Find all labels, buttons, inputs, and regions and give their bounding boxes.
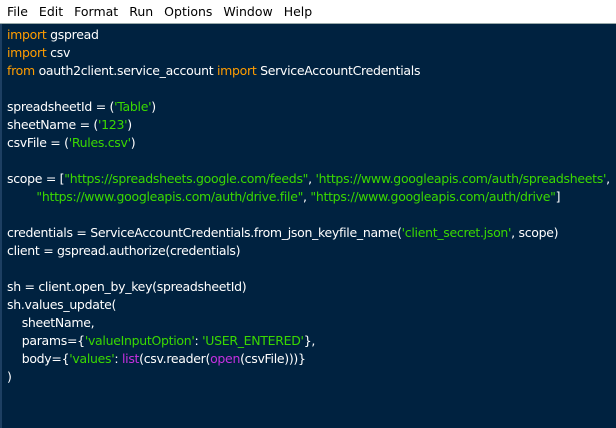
code-editor[interactable]: import gspread import csv from oauth2clien…: [0, 24, 616, 428]
code-token-str: "https://www.googleapis.com/auth/drive": [310, 189, 556, 204]
code-line: sh = client.open_by_key(spreadsheetId): [7, 278, 610, 296]
code-token-plain: ): [127, 117, 132, 132]
code-token-str: 'valueInputOption': [84, 333, 195, 348]
code-token-bi: list: [121, 351, 140, 366]
code-token-plain: (csv.reader(: [139, 351, 211, 366]
code-token-plain: ]: [555, 189, 561, 204]
code-token-str: 'Rules.csv': [68, 135, 131, 150]
code-token-plain: body={: [7, 351, 70, 366]
code-token-str: 'values': [69, 351, 115, 366]
code-line: import csv: [7, 44, 610, 62]
code-token-kw: import: [7, 27, 47, 42]
menu-run[interactable]: Run: [125, 4, 160, 19]
code-line: params={'valueInputOption': 'USER_ENTERE…: [7, 332, 610, 350]
code-token-plain: ,: [606, 171, 610, 186]
code-token-plain: :: [194, 333, 203, 348]
code-token-plain: csvFile = (: [7, 135, 69, 150]
code-line: sheetName,: [7, 314, 610, 332]
code-token-plain: ServiceAccountCredentials: [256, 63, 421, 78]
code-token-str: "https://spreadsheets.google.com/feeds": [64, 171, 309, 186]
code-token-plain: sheetName,: [7, 315, 95, 330]
code-line: spreadsheetId = ('Table'): [7, 98, 610, 116]
code-token-bi: open: [210, 351, 241, 366]
code-token-plain: scope = [: [7, 171, 65, 186]
code-token-plain: , scope): [511, 225, 559, 240]
code-token-plain: (csvFile)))}: [240, 351, 306, 366]
code-token-plain: client = gspread.authorize(credentials): [7, 243, 241, 258]
code-token-kw: import: [7, 45, 47, 60]
code-token-plain: sh.values_update(: [7, 297, 117, 312]
code-token-str: 'USER_ENTERED': [202, 333, 304, 348]
code-token-kw: import: [216, 63, 257, 78]
code-line: ): [7, 368, 610, 386]
code-token-str: 'Table': [114, 99, 152, 114]
menu-window[interactable]: Window: [219, 4, 279, 19]
menu-bar: File Edit Format Run Options Window Help: [0, 0, 616, 24]
code-line: csvFile = ('Rules.csv'): [7, 134, 610, 152]
code-line: scope = ["https://spreadsheets.google.co…: [7, 170, 610, 188]
code-token-str: '123': [98, 117, 128, 132]
code-line: sheetName = ('123'): [7, 116, 610, 134]
code-token-plain: params={: [7, 333, 85, 348]
code-line: credentials = ServiceAccountCredentials.…: [7, 224, 610, 242]
menu-format[interactable]: Format: [70, 4, 125, 19]
code-token-plain: ): [130, 135, 136, 150]
code-token-plain: :: [114, 351, 122, 366]
code-token-plain: spreadsheetId = (: [7, 99, 115, 114]
code-token-plain: sheetName = (: [7, 117, 98, 132]
menu-file[interactable]: File: [3, 4, 35, 19]
code-token-plain: ): [151, 99, 156, 114]
code-line: import gspread: [7, 26, 610, 44]
code-line: client = gspread.authorize(credentials): [7, 242, 610, 260]
code-line: body={'values': list(csv.reader(open(csv…: [7, 350, 610, 368]
code-token-str: 'client_secret.json': [401, 225, 512, 240]
code-token-plain: csv: [46, 45, 71, 60]
code-token-kw: from: [7, 63, 35, 78]
code-token-plain: credentials = ServiceAccountCredentials.…: [7, 225, 402, 240]
code-line: sh.values_update(: [7, 296, 610, 314]
code-text[interactable]: import gspread import csv from oauth2clien…: [7, 26, 610, 386]
code-line: "https://www.googleapis.com/auth/drive.f…: [7, 188, 610, 206]
code-token-plain: oauth2client.service_account: [34, 63, 217, 78]
code-token-plain: sh = client.open_by_key(spreadsheetId): [7, 279, 247, 294]
menu-edit[interactable]: Edit: [35, 4, 70, 19]
code-token-str: "https://www.googleapis.com/auth/drive.f…: [36, 189, 304, 204]
code-token-plain: gspread: [46, 27, 99, 42]
menu-help[interactable]: Help: [280, 4, 320, 19]
code-token-plain: ): [7, 369, 12, 384]
code-token-str: 'https://www.googleapis.com/auth/spreads…: [315, 171, 607, 186]
code-line: from oauth2client.service_account import…: [7, 62, 610, 80]
code-token-plain: },: [303, 333, 316, 348]
menu-options[interactable]: Options: [160, 4, 219, 19]
